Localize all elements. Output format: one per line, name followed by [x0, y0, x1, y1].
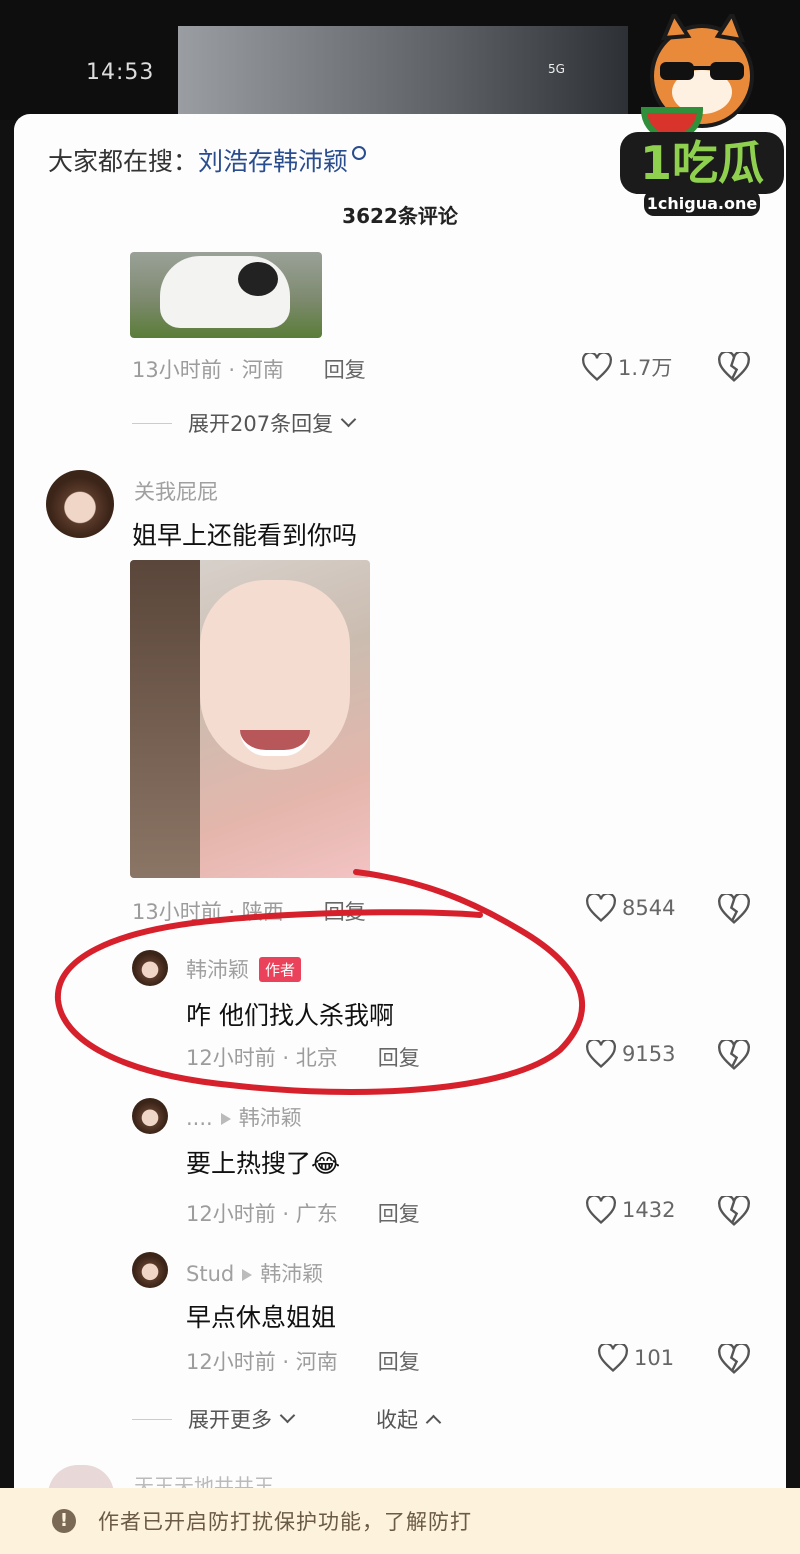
heart-icon [586, 894, 616, 922]
reply-to-user: 韩沛颖 [238, 1106, 302, 1130]
cow-spot [238, 262, 278, 296]
reply-text: 咋 他们找人杀我啊 [186, 1001, 394, 1030]
chevron-down-icon [340, 411, 357, 427]
like-count: 1432 [622, 1198, 676, 1222]
reply-button[interactable]: 回复 [324, 358, 366, 382]
comment-image-cow[interactable] [130, 252, 322, 338]
watermark-url: 1chigua.one [647, 194, 758, 213]
heart-icon [598, 1344, 628, 1372]
comment-meta: 13小时前 · 陕西 回复 [132, 900, 366, 924]
comment-text: 姐早上还能看到你吗 [132, 521, 358, 550]
heart-icon [586, 1040, 616, 1068]
collapse-label: 收起 [376, 1408, 418, 1432]
reply-time: 12小时前 [186, 1046, 276, 1070]
search-suggestion-prefix: 大家都在搜： [48, 147, 199, 176]
search-icon [352, 146, 367, 160]
selfie-hair [130, 560, 200, 878]
reply-username[interactable]: Stud 韩沛颖 [186, 1258, 323, 1288]
like-button[interactable]: 101 [598, 1344, 674, 1372]
like-count: 101 [634, 1346, 675, 1370]
author-badge: 作者 [259, 957, 302, 982]
reply-region: 北京 [295, 1046, 338, 1070]
watermark-logo: 1吃瓜 1chigua.one [620, 14, 784, 216]
comment-time: 13小时前 [132, 358, 222, 382]
reply-meta: 12小时前 · 北京 回复 [186, 1046, 420, 1070]
reply-button[interactable]: 回复 [324, 900, 366, 924]
expand-replies-button[interactable]: 展开207条回复 [132, 408, 357, 438]
broken-heart-icon[interactable] [718, 352, 750, 382]
reply-username[interactable]: 韩沛颖 作者 [186, 954, 302, 984]
like-count: 8544 [622, 896, 676, 920]
reply-username-text: 韩沛颖 [186, 958, 249, 982]
avatar[interactable] [132, 1098, 168, 1134]
like-button[interactable]: 9153 [586, 1040, 675, 1068]
heart-icon [582, 353, 612, 381]
banner-text: 作者已开启防打扰保护功能，了解防打 [98, 1510, 472, 1534]
like-count: 1.7万 [618, 356, 673, 380]
reply-username-text: Stud [186, 1262, 235, 1286]
reply-region: 河南 [295, 1350, 338, 1374]
expand-replies-label: 展开207条回复 [188, 412, 334, 436]
avatar[interactable] [132, 950, 168, 986]
chevron-up-icon [425, 1414, 442, 1430]
like-button[interactable]: 8544 [586, 894, 675, 922]
search-suggestion[interactable]: 大家都在搜：刘浩存韩沛颖 [48, 142, 367, 178]
status-time: 14:53 [86, 60, 155, 85]
divider-line [132, 1418, 172, 1420]
broken-heart-icon[interactable] [718, 1344, 750, 1374]
avatar[interactable] [46, 470, 114, 538]
like-count: 9153 [622, 1042, 676, 1066]
broken-heart-icon[interactable] [718, 1040, 750, 1070]
like-button[interactable]: 1432 [586, 1196, 675, 1224]
anti-harassment-banner[interactable]: ! 作者已开启防打扰保护功能，了解防打 [0, 1488, 800, 1554]
reply-to-arrow-icon [220, 1113, 231, 1125]
reply-text: 要上热搜了😂 [186, 1149, 341, 1178]
reply-to-user: 韩沛颖 [260, 1262, 324, 1286]
expand-more-button[interactable]: 展开更多 [132, 1404, 296, 1434]
reply-time: 12小时前 [186, 1202, 276, 1226]
reply-time: 12小时前 [186, 1350, 276, 1374]
reply-to-arrow-icon [242, 1269, 253, 1281]
reply-region: 广东 [295, 1202, 338, 1226]
comment-time: 13小时前 [132, 900, 222, 924]
broken-heart-icon[interactable] [718, 894, 750, 924]
reply-button[interactable]: 回复 [378, 1046, 420, 1070]
watermark-brand: 1吃瓜 [640, 136, 764, 190]
network-indicator: 5G [548, 62, 565, 76]
reply-text: 早点休息姐姐 [186, 1303, 337, 1332]
avatar[interactable] [132, 1252, 168, 1288]
comment-username[interactable]: 关我屁屁 [134, 476, 218, 506]
comment-region: 陕西 [241, 900, 284, 924]
reply-username-text: .... [186, 1106, 213, 1130]
broken-heart-icon[interactable] [718, 1196, 750, 1226]
like-button[interactable]: 1.7万 [582, 352, 672, 382]
reply-button[interactable]: 回复 [378, 1202, 420, 1226]
collapse-button[interactable]: 收起 [376, 1404, 442, 1434]
search-suggestion-keyword[interactable]: 刘浩存韩沛颖 [198, 147, 348, 176]
expand-more-label: 展开更多 [188, 1408, 272, 1432]
comment-region: 河南 [241, 358, 284, 382]
reply-button[interactable]: 回复 [378, 1350, 420, 1374]
reply-username[interactable]: .... 韩沛颖 [186, 1102, 302, 1132]
warning-icon: ! [52, 1509, 76, 1533]
divider-line [132, 422, 172, 424]
reply-meta: 12小时前 · 广东 回复 [186, 1202, 420, 1226]
chevron-down-icon [279, 1407, 296, 1423]
reply-meta: 12小时前 · 河南 回复 [186, 1350, 420, 1374]
heart-icon [586, 1196, 616, 1224]
comment-meta: 13小时前 · 河南 回复 [132, 358, 366, 382]
comment-image-selfie[interactable] [130, 560, 370, 878]
